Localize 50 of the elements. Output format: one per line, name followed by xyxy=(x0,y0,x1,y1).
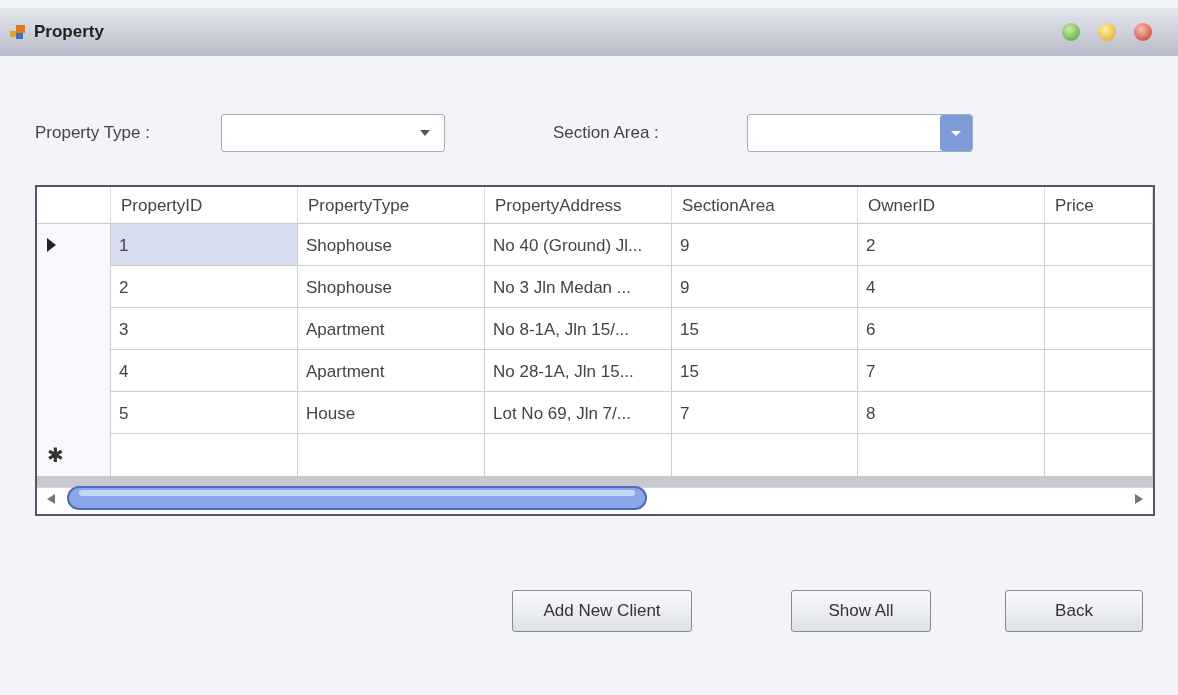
window-title: Property xyxy=(34,21,104,44)
table-cell: 6 xyxy=(858,308,1045,350)
close-button[interactable] xyxy=(1134,23,1152,41)
window-icon xyxy=(10,24,26,40)
row-header[interactable]: ✱ xyxy=(37,434,111,476)
table-cell: 2 xyxy=(111,266,298,308)
column-header[interactable]: OwnerID xyxy=(858,187,1045,224)
table-cell: Shophouse xyxy=(298,266,485,308)
table-cell: 4 xyxy=(858,266,1045,308)
table-cell: 5 xyxy=(111,392,298,434)
table-cell: 7 xyxy=(672,392,858,434)
table-cell: 3 xyxy=(111,308,298,350)
table-cell: Lot No 69, Jln 7/... xyxy=(485,392,672,434)
table-cell: Shophouse xyxy=(298,224,485,266)
button[interactable]: Add New Client xyxy=(512,590,692,632)
table-cell: 9 xyxy=(672,266,858,308)
current-row-icon xyxy=(47,238,56,252)
minimize-button[interactable] xyxy=(1098,23,1116,41)
table-cell: House xyxy=(298,392,485,434)
table-cell: 2 xyxy=(858,224,1045,266)
column-header[interactable]: PropertyType xyxy=(298,187,485,224)
table-cell: 1 xyxy=(111,224,298,266)
scrollbar-thumb[interactable] xyxy=(67,486,647,510)
field-label: Property Type : xyxy=(35,122,151,145)
button[interactable]: Show All xyxy=(791,590,931,632)
new-row-marker: ✱ xyxy=(47,443,64,468)
table-cell: No 3 Jln Medan ... xyxy=(485,266,672,308)
table-cell: 7 xyxy=(858,350,1045,392)
table-cell: 9 xyxy=(672,224,858,266)
table-cell: No 28-1A, Jln 15... xyxy=(485,350,672,392)
table-cell: 4 xyxy=(111,350,298,392)
dropdown-field[interactable] xyxy=(221,114,445,152)
column-header[interactable]: Price xyxy=(1045,187,1153,224)
table-cell: No 8-1A, Jln 15/... xyxy=(485,308,672,350)
column-header[interactable]: PropertyAddress xyxy=(485,187,672,224)
table-cell: 8 xyxy=(858,392,1045,434)
table-cell: 15 xyxy=(672,350,858,392)
field-label: Section Area : xyxy=(553,122,660,145)
button[interactable]: Back xyxy=(1005,590,1143,632)
row-header[interactable] xyxy=(37,224,111,266)
table-cell: No 40 (Ground) Jl... xyxy=(485,224,672,266)
scroll-left-icon[interactable] xyxy=(47,494,55,504)
column-header[interactable]: SectionArea xyxy=(672,187,858,224)
table-cell: 15 xyxy=(672,308,858,350)
maximize-button[interactable] xyxy=(1062,23,1080,41)
dropdown-arrow-icon xyxy=(420,130,430,136)
scroll-right-icon[interactable] xyxy=(1135,494,1143,504)
table-cell: Apartment xyxy=(298,350,485,392)
dropdown-field[interactable] xyxy=(747,114,973,152)
table-cell: Apartment xyxy=(298,308,485,350)
